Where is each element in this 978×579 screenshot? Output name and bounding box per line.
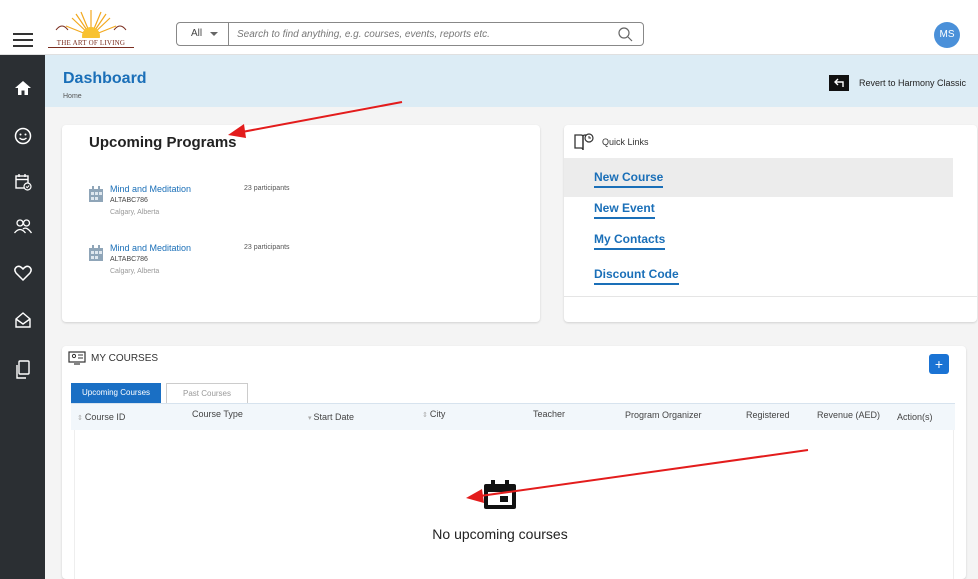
sort-icon: ⇕ [77, 415, 83, 422]
home-icon [14, 81, 31, 95]
quick-links-card: Quick Links New Course New Event My Cont… [564, 125, 977, 322]
column-label: Course Type [192, 409, 243, 419]
search-bar: All [176, 22, 644, 46]
program-participants: 23 participants [244, 185, 290, 192]
column-start-date[interactable]: ▾ Start Date [308, 412, 354, 422]
column-teacher[interactable]: Teacher [533, 409, 565, 419]
program-location: Calgary, Alberta [110, 268, 160, 275]
my-courses-card: MY COURSES + Upcoming Courses Past Cours… [62, 346, 966, 579]
column-label: Action(s) [897, 412, 933, 422]
column-label: Registered [746, 410, 790, 420]
quick-links-title: Quick Links [602, 137, 649, 147]
sidebar-item-smiley[interactable] [0, 121, 45, 151]
column-actions: Action(s) [897, 412, 933, 422]
column-course-id[interactable]: ⇕ Course ID [77, 412, 125, 422]
courses-table-body: No upcoming courses [74, 430, 954, 579]
program-participants: 23 participants [244, 244, 290, 251]
program-calendar-icon [89, 186, 103, 202]
calendar-icon [484, 480, 516, 509]
column-registered[interactable]: Registered [746, 410, 790, 420]
quick-link-my-contacts[interactable]: My Contacts [594, 232, 666, 250]
program-code: ALTABC786 [110, 197, 148, 204]
divider [564, 296, 977, 297]
program-item: Mind and Meditation ALTABC786 Calgary, A… [88, 184, 388, 228]
sidebar [0, 55, 45, 579]
column-label: Start Date [313, 412, 355, 422]
column-label: Program Organizer [625, 410, 702, 420]
my-courses-header: MY COURSES [68, 350, 158, 366]
program-name-link[interactable]: Mind and Meditation [110, 243, 191, 253]
column-program-organizer[interactable]: Program Organizer [625, 410, 702, 420]
courses-monitor-icon [68, 351, 86, 365]
top-bar: THE ART OF LIVING All MS [0, 0, 978, 55]
courses-table-header: ⇕ Course ID Course Type ▾ Start Date ⇕ City… [71, 403, 955, 430]
column-course-type[interactable]: Course Type [192, 409, 243, 419]
program-location: Calgary, Alberta [110, 209, 160, 216]
documents-icon [15, 360, 30, 379]
calendar-check-icon [14, 174, 32, 191]
sidebar-item-calendar[interactable] [0, 167, 45, 197]
revert-button[interactable]: Revert to Harmony Classic [829, 75, 966, 91]
program-code: ALTABC786 [110, 256, 148, 263]
quick-link-discount-code[interactable]: Discount Code [594, 267, 679, 285]
sort-down-icon: ▾ [308, 415, 312, 422]
quick-link-new-course[interactable]: New Course [594, 170, 664, 188]
upcoming-programs-title: Upcoming Programs [89, 134, 237, 151]
hamburger-menu-icon[interactable] [13, 33, 33, 47]
program-calendar-icon [89, 245, 103, 261]
column-label: Revenue (AED) [817, 410, 881, 420]
search-input[interactable] [237, 25, 607, 43]
sort-icon: ⇕ [422, 412, 428, 419]
program-name-link[interactable]: Mind and Meditation [110, 184, 191, 194]
search-icon[interactable] [617, 26, 633, 42]
column-label: Course ID [84, 412, 126, 422]
column-revenue[interactable]: Revenue (AED) [817, 410, 880, 420]
sidebar-item-messages[interactable] [0, 305, 45, 335]
tab-upcoming-courses[interactable]: Upcoming Courses [71, 383, 161, 403]
add-course-button[interactable]: + [929, 354, 949, 374]
sunburst-logo-icon [55, 10, 127, 45]
smiley-icon [14, 127, 31, 145]
avatar[interactable]: MS [934, 22, 960, 48]
logo-text: THE ART OF LIVING [48, 39, 134, 48]
search-scope-dropdown[interactable]: All [177, 23, 229, 45]
chevron-down-icon [210, 32, 218, 36]
tab-past-courses[interactable]: Past Courses [166, 383, 248, 403]
quick-link-new-event[interactable]: New Event [594, 201, 655, 219]
logo[interactable]: THE ART OF LIVING [48, 8, 134, 48]
revert-label: Revert to Harmony Classic [859, 78, 967, 88]
column-label: City [429, 409, 446, 419]
page-title: Dashboard [63, 70, 147, 87]
upcoming-programs-card: Upcoming Programs Mind and Meditation AL… [62, 125, 540, 322]
heart-icon [13, 265, 32, 281]
sidebar-item-people[interactable] [0, 211, 45, 241]
search-scope-label: All [191, 28, 203, 39]
envelope-open-icon [14, 312, 31, 328]
undo-arrow-icon [829, 75, 849, 91]
sidebar-item-documents[interactable] [0, 355, 45, 385]
breadcrumb[interactable]: Home [63, 93, 82, 100]
column-city[interactable]: ⇕ City [422, 409, 445, 419]
my-courses-title: MY COURSES [91, 352, 159, 364]
quick-links-book-icon [574, 133, 594, 151]
empty-state-message: No upcoming courses [432, 526, 568, 542]
sidebar-item-heart[interactable] [0, 258, 45, 288]
column-label: Teacher [533, 409, 566, 419]
quick-links-header: Quick Links [574, 132, 649, 152]
sidebar-item-home[interactable] [0, 73, 45, 103]
program-item: Mind and Meditation ALTABC786 Calgary, A… [88, 243, 388, 287]
people-icon [13, 219, 32, 234]
page-header: Dashboard Home Revert to Harmony Classic [45, 55, 978, 107]
